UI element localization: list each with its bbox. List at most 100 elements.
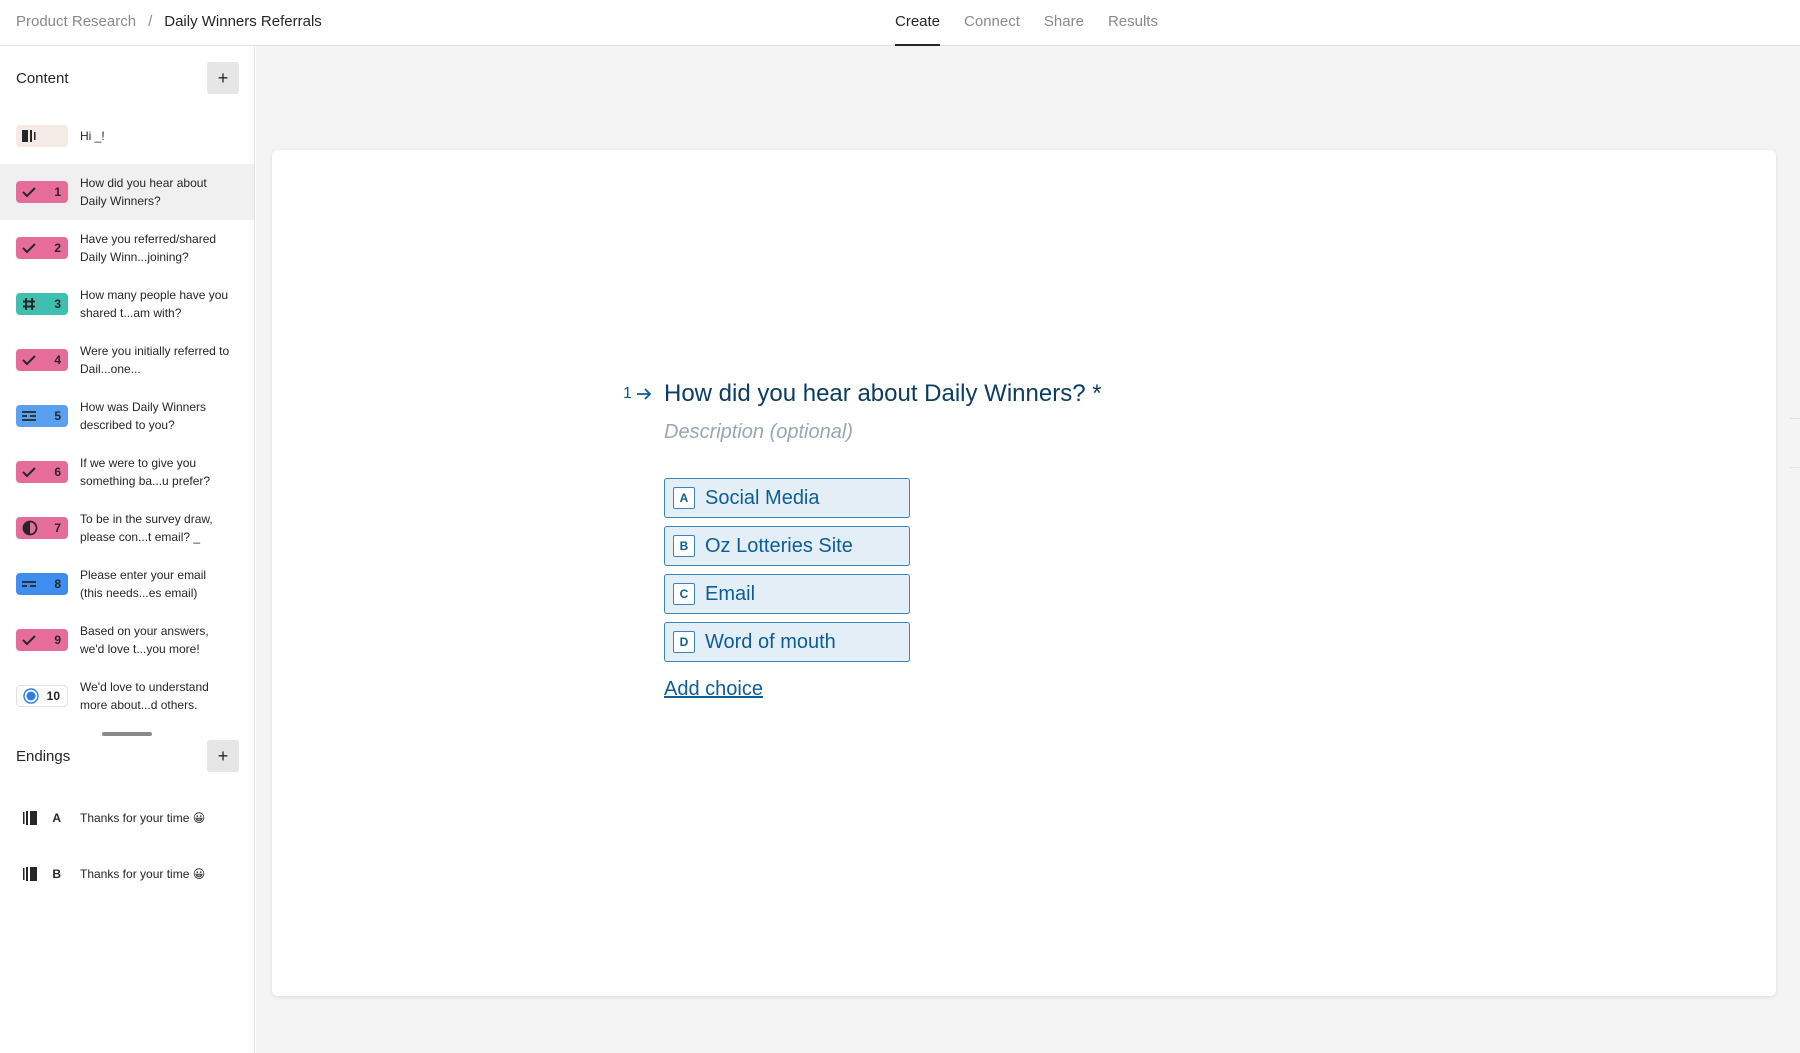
main-tabs: Create Connect Share Results [895, 0, 1182, 46]
choice-key: A [673, 487, 695, 509]
question-type-badge: 3 [16, 293, 68, 315]
choice-option[interactable]: D Word of mouth [664, 622, 910, 662]
ending-badge: B [16, 863, 68, 885]
question-type-badge: 2 [16, 237, 68, 259]
question-number: 8 [54, 577, 61, 591]
ending-screen-icon [23, 811, 37, 825]
short-text-icon [22, 581, 36, 587]
breadcrumb: Product Research / Daily Winners Referra… [16, 13, 322, 30]
sidebar-item-question-2[interactable]: 2 Have you referred/shared Daily Winn...… [0, 220, 254, 276]
choice-label: Oz Lotteries Site [705, 534, 853, 557]
sidebar-item-welcome[interactable]: Hi _! [0, 108, 254, 164]
check-icon [22, 243, 36, 254]
choice-key: C [673, 583, 695, 605]
content-title: Content [16, 69, 69, 87]
question-number: 2 [54, 241, 61, 255]
sidebar-item-question-7[interactable]: 7 To be in the survey draw, please con..… [0, 500, 254, 556]
sidebar-item-question-8[interactable]: 8 Please enter your email (this needs...… [0, 556, 254, 612]
arrow-right-icon [636, 388, 652, 400]
right-panel-edge [1790, 418, 1800, 468]
question-number: 7 [54, 521, 61, 535]
sidebar-item-question-3[interactable]: 3 How many people have you shared t...am… [0, 276, 254, 332]
sidebar-item-label: Thanks for your time 😀 [80, 867, 206, 881]
contrast-icon [22, 520, 38, 536]
check-icon [22, 355, 36, 366]
choice-label: Social Media [705, 486, 820, 509]
target-icon [23, 688, 39, 704]
ending-screen-icon [23, 867, 37, 881]
question-type-badge: 7 [16, 517, 68, 539]
sidebar-item-question-10[interactable]: 10 We'd love to understand more about...… [0, 668, 254, 724]
question-number: 5 [54, 409, 61, 423]
question-number: 4 [54, 353, 61, 367]
ending-letter: A [52, 811, 61, 825]
question-number: 9 [54, 633, 61, 647]
tab-share[interactable]: Share [1044, 0, 1084, 46]
sidebar-item-label: Were you initially referred to Dail...on… [80, 344, 230, 376]
question-number: 1 [54, 185, 61, 199]
tab-connect[interactable]: Connect [964, 0, 1020, 46]
sidebar-item-label: Please enter your email (this needs...es… [80, 568, 207, 600]
add-ending-button[interactable]: + [207, 740, 239, 772]
question-type-badge: 6 [16, 461, 68, 483]
breadcrumb-workspace-link[interactable]: Product Research [16, 13, 136, 30]
sidebar-item-ending-b[interactable]: B Thanks for your time 😀 [0, 846, 254, 902]
add-choice-link[interactable]: Add choice [664, 678, 763, 701]
sidebar-item-label: Based on your answers, we'd love t...you… [80, 624, 209, 656]
ending-letter: B [52, 867, 61, 881]
content-sidebar: Content + Hi _! 1 How did you hear about… [0, 46, 255, 1053]
breadcrumb-separator: / [148, 13, 153, 30]
sidebar-item-question-6[interactable]: 6 If we were to give you something ba...… [0, 444, 254, 500]
choice-key: D [673, 631, 695, 653]
question-type-badge: 4 [16, 349, 68, 371]
choice-key: B [673, 535, 695, 557]
tab-create[interactable]: Create [895, 0, 941, 46]
question-number: 10 [46, 689, 60, 703]
ending-badge: A [16, 807, 68, 829]
sidebar-item-label: How many people have you shared t...am w… [80, 288, 229, 320]
sidebar-item-question-5[interactable]: 5 How was Daily Winners described to you… [0, 388, 254, 444]
tab-results[interactable]: Results [1108, 0, 1158, 46]
add-content-button[interactable]: + [207, 62, 239, 94]
question-type-badge: 10 [16, 685, 68, 707]
endings-title: Endings [16, 747, 71, 765]
choice-option[interactable]: B Oz Lotteries Site [664, 526, 910, 566]
question-number: 3 [54, 297, 61, 311]
sidebar-item-ending-a[interactable]: A Thanks for your time 😀 [0, 790, 254, 846]
section-resize-handle[interactable] [102, 732, 152, 736]
check-icon [22, 635, 36, 646]
question-type-badge: 9 [16, 629, 68, 651]
question-preview-card [272, 150, 1776, 996]
question-number-indicator: 1 [623, 385, 652, 403]
question-type-badge: 5 [16, 405, 68, 427]
choice-label: Email [705, 582, 756, 605]
sidebar-item-label: To be in the survey draw, please con...t… [80, 512, 213, 544]
question-number: 6 [54, 465, 61, 479]
choice-option[interactable]: C Email [664, 574, 910, 614]
question-description-field[interactable]: Description (optional) [664, 421, 853, 444]
question-number: 1 [623, 385, 632, 402]
sidebar-item-question-1[interactable]: 1 How did you hear about Daily Winners? [0, 164, 254, 220]
choice-option[interactable]: A Social Media [664, 478, 910, 518]
breadcrumb-form-title[interactable]: Daily Winners Referrals [164, 13, 322, 30]
sidebar-item-label: Thanks for your time 😀 [80, 811, 206, 825]
choice-label: Word of mouth [705, 630, 836, 653]
check-icon [22, 187, 36, 198]
sidebar-item-label: If we were to give you something ba...u … [80, 456, 211, 488]
question-title[interactable]: How did you hear about Daily Winners? * [664, 380, 1102, 408]
sidebar-item-label: How did you hear about Daily Winners? [80, 176, 207, 208]
question-type-badge: 8 [16, 573, 68, 595]
sidebar-item-label: We'd love to understand more about...d o… [80, 680, 209, 712]
sidebar-item-label: How was Daily Winners described to you? [80, 400, 207, 432]
question-type-badge: 1 [16, 181, 68, 203]
sidebar-item-question-9[interactable]: 9 Based on your answers, we'd love t...y… [0, 612, 254, 668]
sidebar-item-label: Have you referred/shared Daily Winn...jo… [80, 232, 217, 264]
endings-header: Endings + [16, 740, 239, 772]
long-text-icon [22, 411, 36, 421]
check-icon [22, 467, 36, 478]
sidebar-item-question-4[interactable]: 4 Were you initially referred to Dail...… [0, 332, 254, 388]
content-header: Content + [16, 62, 239, 94]
top-bar: Product Research / Daily Winners Referra… [0, 0, 1800, 46]
welcome-screen-icon [16, 125, 68, 147]
sidebar-item-label: Hi _! [80, 129, 105, 143]
